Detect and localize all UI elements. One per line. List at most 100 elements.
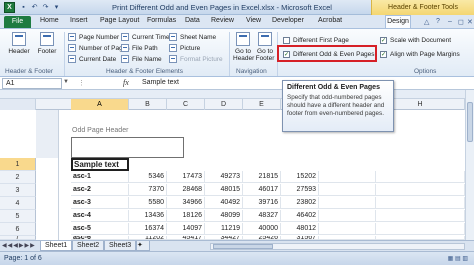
tab-file[interactable]: File	[4, 16, 31, 28]
view-buttons-icon[interactable]: ▦ ▤ ▥	[448, 255, 468, 262]
goto-footer-button[interactable]: Go to Footer	[255, 32, 275, 62]
window-close-icon[interactable]: ✕	[467, 18, 473, 26]
insert-function-icon[interactable]: fx	[123, 78, 129, 87]
table-cell[interactable]: 5580	[129, 197, 167, 209]
redo-icon[interactable]: ↷	[41, 3, 50, 12]
table-cell[interactable]: 49273	[205, 171, 243, 183]
row-header[interactable]: 1	[0, 158, 36, 171]
undo-icon[interactable]: ↶	[30, 3, 39, 12]
minimize-ribbon-icon[interactable]: △	[424, 18, 429, 26]
tab-developer[interactable]: Developer	[272, 17, 304, 24]
goto-header-button[interactable]: Go to Header	[233, 32, 254, 62]
help-icon[interactable]: ?	[436, 18, 440, 25]
horizontal-scrollbar[interactable]	[210, 243, 465, 250]
table-cell[interactable]: 23802	[281, 197, 319, 209]
table-cell[interactable]: 16374	[129, 223, 167, 235]
table-cell[interactable]: 34966	[167, 197, 205, 209]
table-cell[interactable]	[319, 223, 376, 235]
current-date-button[interactable]: Current Date	[68, 54, 116, 64]
sheet-name-button[interactable]: Sheet Name	[169, 32, 216, 42]
table-cell[interactable]	[376, 197, 465, 209]
column-header[interactable]: C	[167, 99, 205, 110]
table-cell[interactable]	[319, 197, 376, 209]
table-cell[interactable]: 48099	[205, 210, 243, 222]
row-header[interactable]: 2	[0, 171, 36, 184]
sheet-tab-sheet1[interactable]: Sheet1	[40, 241, 73, 251]
tab-formulas[interactable]: Formulas	[147, 17, 176, 24]
table-cell[interactable]: 46017	[243, 184, 281, 196]
table-cell[interactable]: asc-4	[71, 210, 129, 222]
customize-qat-icon[interactable]: ▾	[52, 3, 61, 12]
table-cell[interactable]: 40000	[243, 223, 281, 235]
header-button[interactable]: Header	[6, 32, 32, 55]
tab-view[interactable]: View	[246, 17, 261, 24]
file-name-button[interactable]: File Name	[121, 54, 162, 64]
excel-app-icon[interactable]: X	[4, 2, 15, 13]
table-cell[interactable]: 11219	[205, 223, 243, 235]
footer-button[interactable]: Footer	[34, 32, 60, 55]
row-header[interactable]: 3	[0, 184, 36, 197]
header-section-box[interactable]	[71, 137, 184, 158]
window-minimize-icon[interactable]: –	[448, 18, 452, 25]
table-cell[interactable]: 18126	[167, 210, 205, 222]
scale-with-document-checkbox[interactable]: ✓ Scale with Document	[380, 35, 451, 45]
current-time-button[interactable]: Current Time	[121, 32, 170, 42]
table-cell[interactable]: 13436	[129, 210, 167, 222]
sheet-nav-arrows-icon[interactable]: ◀◀◀▶▶▶	[2, 242, 36, 249]
column-header[interactable]: E	[243, 99, 281, 110]
insert-sheet-icon[interactable]: ✦	[136, 241, 150, 251]
scroll-thumb[interactable]	[213, 244, 273, 249]
table-cell[interactable]: 48015	[205, 184, 243, 196]
align-with-margins-checkbox[interactable]: ✓ Align with Page Margins	[380, 49, 460, 59]
window-restore-icon[interactable]: ◻	[458, 18, 464, 26]
table-cell[interactable]: 40492	[205, 197, 243, 209]
table-cell[interactable]: 46402	[281, 210, 319, 222]
scroll-thumb[interactable]	[467, 102, 473, 142]
table-cell[interactable]: 5346	[129, 171, 167, 183]
select-all-corner[interactable]	[0, 99, 36, 110]
table-cell[interactable]: 39716	[243, 197, 281, 209]
table-cell[interactable]	[376, 223, 465, 235]
tab-design[interactable]: Design	[385, 15, 411, 28]
table-cell[interactable]: asc-2	[71, 184, 129, 196]
tab-data[interactable]: Data	[185, 17, 200, 24]
column-header[interactable]: B	[129, 99, 167, 110]
table-cell[interactable]	[376, 171, 465, 183]
table-cell[interactable]	[319, 171, 376, 183]
table-cell[interactable]: asc-5	[71, 223, 129, 235]
table-cell[interactable]: 15202	[281, 171, 319, 183]
tab-home[interactable]: Home	[40, 17, 59, 24]
table-cell[interactable]: 14097	[167, 223, 205, 235]
name-box[interactable]: A1	[2, 78, 62, 89]
table-cell[interactable]	[376, 210, 465, 222]
save-icon[interactable]: ▪	[19, 3, 28, 12]
file-path-button[interactable]: File Path	[121, 43, 158, 53]
table-cell[interactable]: asc-1	[71, 171, 129, 183]
table-cell[interactable]: asc-3	[71, 197, 129, 209]
table-cell[interactable]	[376, 184, 465, 196]
tab-page-layout[interactable]: Page Layout	[100, 17, 139, 24]
formula-input[interactable]: Sample text	[142, 79, 179, 86]
chevron-down-icon[interactable]: ▼	[63, 79, 69, 85]
format-picture-button[interactable]: Format Picture	[169, 54, 223, 64]
table-cell[interactable]: 27593	[281, 184, 319, 196]
row-header[interactable]: 6	[0, 223, 36, 236]
different-first-page-checkbox[interactable]: Different First Page	[283, 35, 349, 45]
sheet-tab-sheet2[interactable]: Sheet2	[72, 241, 105, 251]
column-header[interactable]: A	[71, 99, 129, 110]
sheet-tab-sheet3[interactable]: Sheet3	[104, 241, 137, 251]
table-cell[interactable]: 48012	[281, 223, 319, 235]
table-cell[interactable]: 28468	[167, 184, 205, 196]
row-header[interactable]: 4	[0, 197, 36, 210]
row-header[interactable]: 5	[0, 210, 36, 223]
active-cell-a1[interactable]: Sample text	[71, 158, 129, 171]
tab-review[interactable]: Review	[211, 17, 234, 24]
page-number-button[interactable]: Page Number	[68, 32, 119, 42]
column-header[interactable]: D	[205, 99, 243, 110]
tab-insert[interactable]: Insert	[70, 17, 88, 24]
table-cell[interactable]: 48327	[243, 210, 281, 222]
table-cell[interactable]: 7370	[129, 184, 167, 196]
table-cell[interactable]	[319, 184, 376, 196]
table-cell[interactable]	[319, 210, 376, 222]
picture-button[interactable]: Picture	[169, 43, 200, 53]
